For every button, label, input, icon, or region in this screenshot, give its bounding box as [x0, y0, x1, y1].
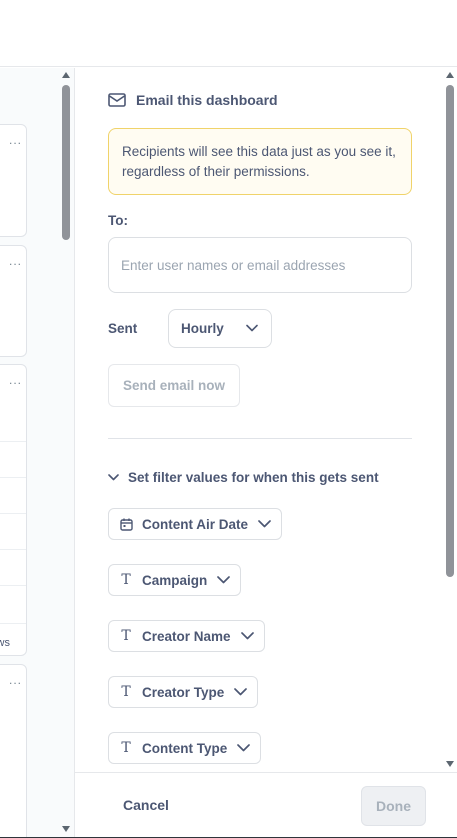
chevron-down-icon	[237, 744, 251, 752]
table-row-divider	[0, 513, 26, 514]
filter-label: Content Air Date	[142, 516, 249, 532]
filters-toggle-label: Set filter values for when this gets sen…	[128, 470, 379, 485]
card-menu-icon[interactable]: ...	[9, 674, 22, 686]
filter-label: Creator Name	[142, 628, 231, 644]
dashboard-scrollbar[interactable]	[59, 68, 74, 838]
frequency-value: Hourly	[181, 321, 224, 336]
cancel-button[interactable]: Cancel	[109, 791, 179, 819]
filter-content-type[interactable]: T Content Type	[108, 732, 262, 764]
chevron-down-icon	[234, 688, 248, 696]
sidebar-content: Email this dashboard Recipients will see…	[75, 68, 444, 772]
scroll-up-icon[interactable]	[62, 72, 70, 78]
filters-toggle[interactable]: Set filter values for when this gets sen…	[108, 470, 379, 485]
sidebar-scrollbar[interactable]	[441, 68, 457, 772]
chevron-down-icon	[258, 520, 271, 528]
top-bar	[0, 0, 457, 67]
filter-label: Creator Type	[142, 684, 225, 700]
scroll-up-icon[interactable]	[446, 72, 454, 78]
table-row-divider	[0, 549, 26, 550]
sent-label: Sent	[108, 321, 138, 336]
email-sidebar: Email this dashboard Recipients will see…	[74, 68, 457, 838]
filter-campaign[interactable]: T Campaign	[108, 564, 242, 596]
filter-label: Campaign	[142, 572, 208, 588]
scroll-thumb[interactable]	[62, 85, 70, 240]
filter-content-air-date[interactable]: Content Air Date	[108, 508, 283, 540]
card-menu-icon[interactable]: ...	[9, 255, 22, 267]
sidebar-footer: Cancel Done	[75, 772, 457, 838]
divider	[108, 438, 412, 439]
send-email-now-button[interactable]: Send email now	[108, 364, 240, 407]
scroll-down-icon[interactable]	[446, 761, 454, 767]
text-type-icon: T	[121, 684, 131, 700]
dashboard-card[interactable]: ...	[0, 664, 27, 838]
page-title: Email this dashboard	[136, 92, 278, 108]
table-row-divider	[0, 441, 26, 442]
chevron-down-icon	[240, 632, 254, 640]
filter-creator-type[interactable]: T Creator Type	[108, 676, 259, 708]
card-menu-icon[interactable]: ...	[9, 134, 22, 146]
calendar-icon	[119, 518, 133, 531]
dashboard-card[interactable]: ...	[0, 245, 27, 357]
filter-creator-name[interactable]: T Creator Name	[108, 620, 265, 652]
mail-icon	[108, 93, 126, 107]
scroll-down-icon[interactable]	[62, 826, 70, 832]
permissions-notice: Recipients will see this data just as yo…	[108, 128, 412, 195]
frequency-select[interactable]: Hourly	[168, 309, 272, 348]
chevron-down-icon	[246, 324, 258, 332]
text-type-icon: T	[121, 572, 131, 588]
done-button[interactable]: Done	[361, 786, 426, 826]
table-row-divider	[0, 623, 26, 624]
sidebar-header: Email this dashboard	[108, 92, 278, 108]
chevron-down-icon	[217, 576, 231, 584]
chevron-down-icon	[108, 474, 119, 481]
text-type-icon: T	[121, 740, 131, 756]
to-label: To:	[108, 213, 128, 228]
table-row-divider	[0, 585, 26, 586]
card-menu-icon[interactable]: ...	[9, 374, 22, 386]
table-row-divider	[0, 477, 26, 478]
scroll-thumb[interactable]	[446, 85, 454, 577]
card-footer-text: ws	[0, 637, 10, 649]
text-type-icon: T	[121, 628, 131, 644]
dashboard-card[interactable]: ... ws	[0, 364, 27, 656]
filter-label: Content Type	[142, 740, 228, 756]
dashboard-card[interactable]: ...	[0, 124, 27, 237]
recipients-input[interactable]	[108, 237, 412, 293]
